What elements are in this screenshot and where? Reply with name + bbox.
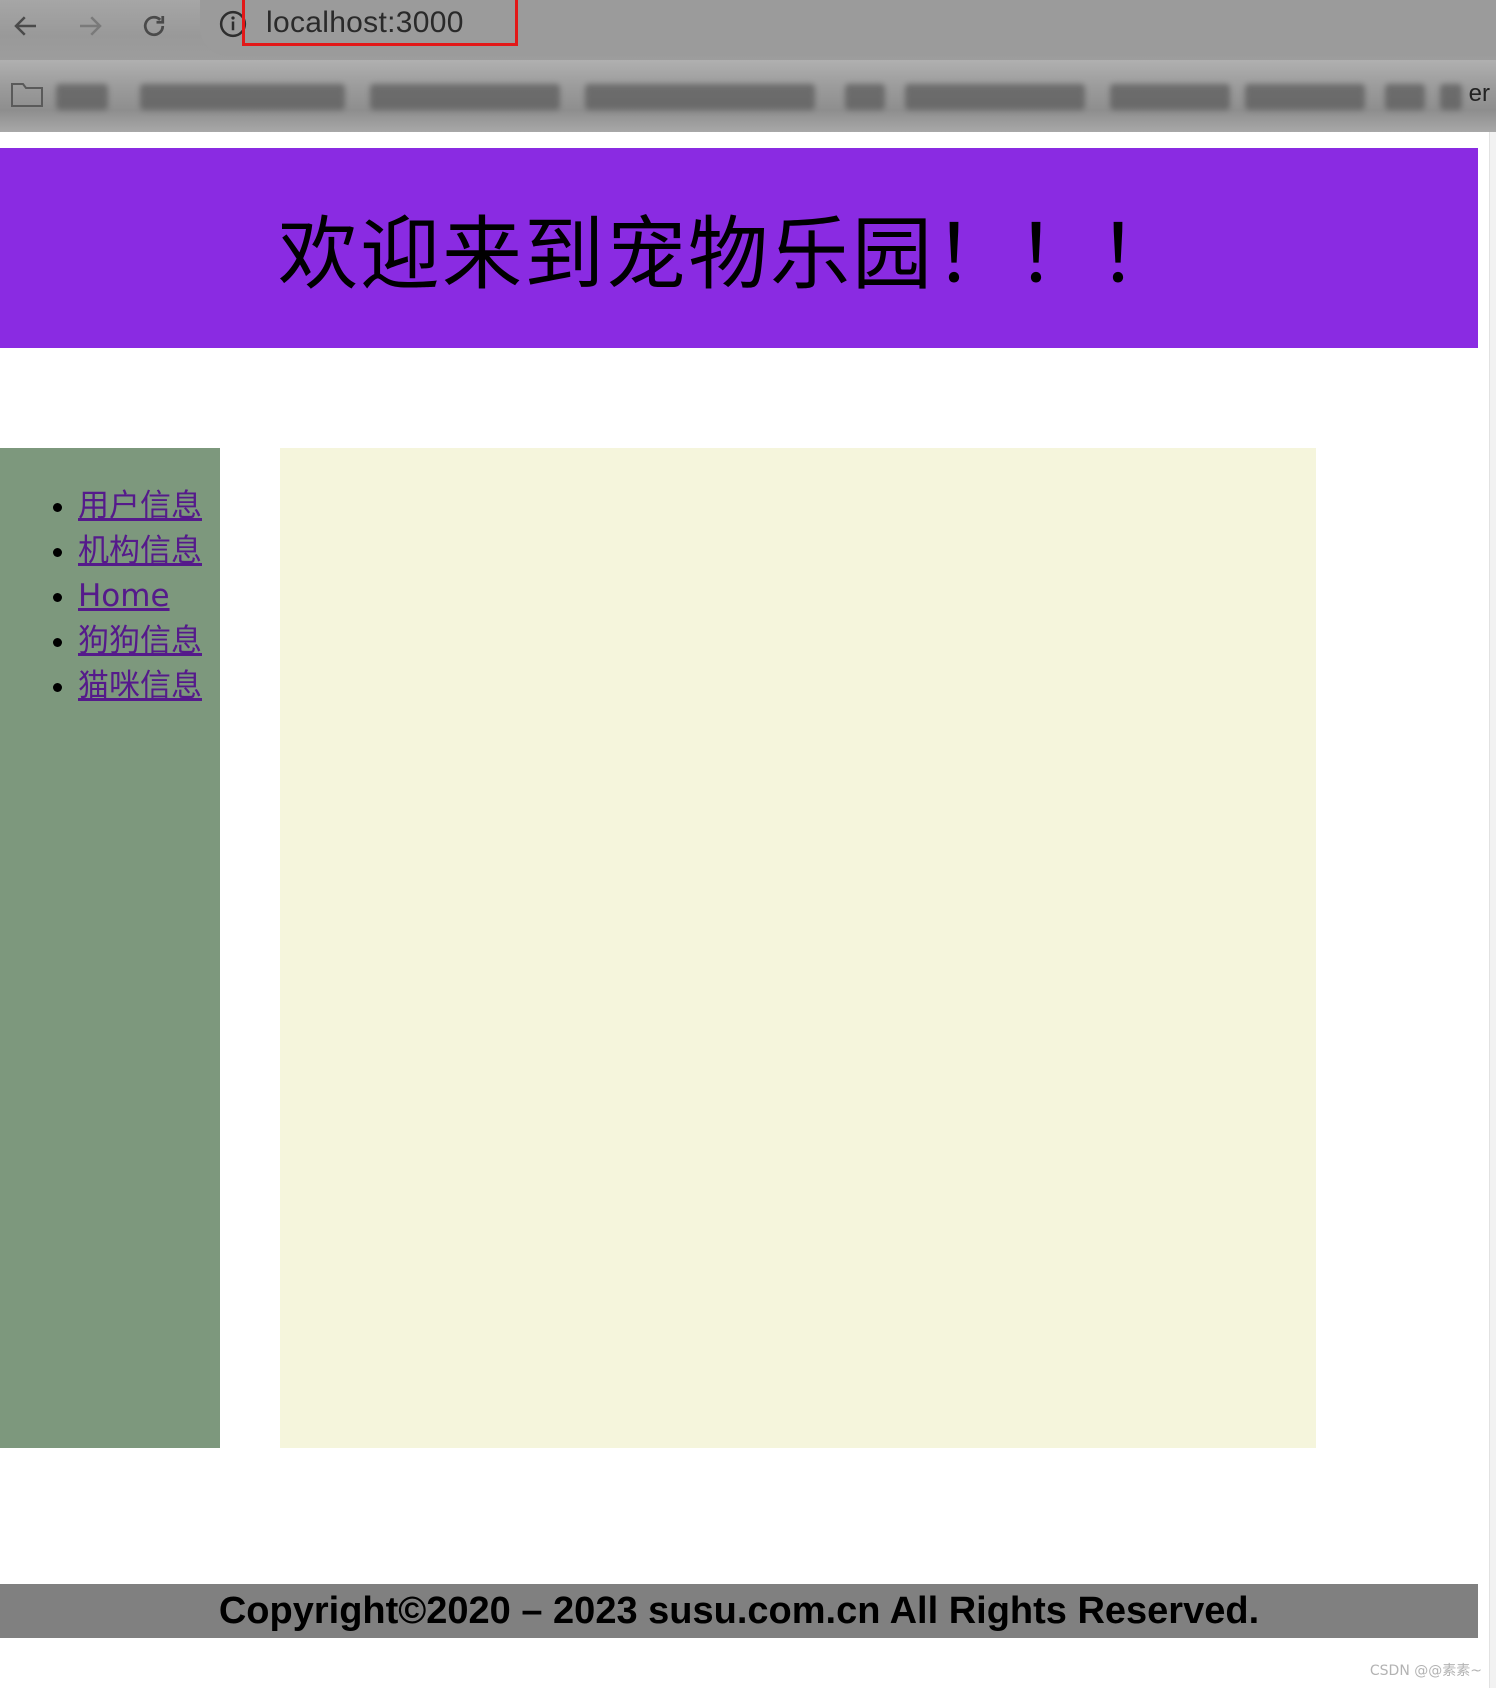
arrow-left-icon <box>14 16 36 36</box>
bookmark-item[interactable] <box>1245 84 1365 110</box>
screenshot-root: localhost:3000 er 欢迎来到宠物乐园！！！ 用户信息 机构信息 … <box>0 0 1496 1688</box>
bookmark-item[interactable] <box>140 84 345 110</box>
reload-icon <box>143 15 165 37</box>
reload-button[interactable] <box>132 4 176 48</box>
folder-icon[interactable] <box>10 80 44 108</box>
sidebar: 用户信息 机构信息 Home 狗狗信息 猫咪信息 <box>0 448 220 1448</box>
main-content-area <box>280 448 1316 1448</box>
back-button[interactable] <box>4 4 48 48</box>
list-item: 猫咪信息 <box>78 664 220 709</box>
watermark-text: CSDN @@素素~ <box>1369 1663 1482 1679</box>
bookmark-overflow-text[interactable]: er <box>1469 80 1490 108</box>
bookmark-item[interactable] <box>845 84 885 110</box>
list-item: 用户信息 <box>78 484 220 529</box>
arrow-right-icon <box>80 16 102 36</box>
list-item: 狗狗信息 <box>78 619 220 664</box>
sidebar-link-org-info[interactable]: 机构信息 <box>78 533 202 569</box>
bookmark-item[interactable] <box>56 84 108 110</box>
sidebar-link-cat-info[interactable]: 猫咪信息 <box>78 668 202 704</box>
bookmark-item[interactable] <box>905 84 1085 110</box>
scrollbar[interactable] <box>1489 132 1496 1688</box>
forward-button[interactable] <box>68 4 112 48</box>
page-title: 欢迎来到宠物乐园！！！ <box>278 208 1180 301</box>
bookmark-item[interactable] <box>585 84 815 110</box>
bookmark-item[interactable] <box>370 84 560 110</box>
sidebar-link-dog-info[interactable]: 狗狗信息 <box>78 623 202 659</box>
list-item: 机构信息 <box>78 529 220 574</box>
copyright-text: Copyright©2020 – 2023 susu.com.cn All Ri… <box>218 1589 1260 1632</box>
sidebar-link-home[interactable]: Home <box>78 578 170 614</box>
sidebar-link-list: 用户信息 机构信息 Home 狗狗信息 猫咪信息 <box>0 448 220 709</box>
bookmarks-bar: er <box>0 60 1496 132</box>
bookmark-item[interactable] <box>1440 84 1462 110</box>
bookmark-item[interactable] <box>1110 84 1230 110</box>
page-viewport: 欢迎来到宠物乐园！！！ 用户信息 机构信息 Home 狗狗信息 猫咪信息 Cop… <box>0 132 1496 1688</box>
browser-toolbar: localhost:3000 <box>0 0 1496 60</box>
sidebar-link-user-info[interactable]: 用户信息 <box>78 488 202 524</box>
url-highlight-box <box>242 0 518 46</box>
page-header: 欢迎来到宠物乐园！！！ <box>0 148 1478 348</box>
page-footer: Copyright©2020 – 2023 susu.com.cn All Ri… <box>0 1584 1478 1638</box>
list-item: Home <box>78 574 220 619</box>
bookmark-item[interactable] <box>1385 84 1425 110</box>
